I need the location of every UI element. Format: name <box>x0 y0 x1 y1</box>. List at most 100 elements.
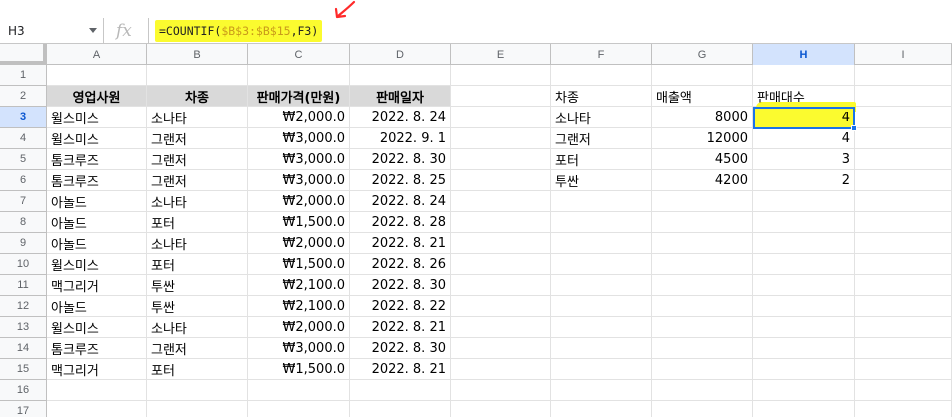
sales-data-cell[interactable]: 2022. 8. 22 <box>350 296 451 317</box>
summary-data-cell[interactable]: 4200 <box>652 170 753 191</box>
cell-f1[interactable] <box>551 65 652 86</box>
sales-data-cell[interactable]: 윌스미스 <box>47 107 147 128</box>
cell-g11[interactable] <box>652 275 753 296</box>
sales-data-cell[interactable]: 아놀드 <box>47 296 147 317</box>
summary-data-cell[interactable]: 투싼 <box>551 170 652 191</box>
cell-e9[interactable] <box>451 233 551 254</box>
cell-g16[interactable] <box>652 380 753 401</box>
cell-f7[interactable] <box>551 191 652 212</box>
cell-c1[interactable] <box>248 65 350 86</box>
sales-header-cell[interactable]: 영업사원 <box>47 86 147 107</box>
cell-h14[interactable] <box>753 338 855 359</box>
cell-e13[interactable] <box>451 317 551 338</box>
cell-i16[interactable] <box>855 380 952 401</box>
cell-g8[interactable] <box>652 212 753 233</box>
summary-data-cell[interactable]: 포터 <box>551 149 652 170</box>
column-header-d[interactable]: D <box>350 44 451 65</box>
sales-data-cell[interactable]: 톰크루즈 <box>47 170 147 191</box>
sales-data-cell[interactable]: 윌스미스 <box>47 317 147 338</box>
row-header-1[interactable]: 1 <box>0 65 47 86</box>
fill-handle[interactable] <box>851 125 857 131</box>
cell-h13[interactable] <box>753 317 855 338</box>
sales-data-cell[interactable]: ₩2,000.0 <box>248 107 350 128</box>
cell-h8[interactable] <box>753 212 855 233</box>
column-header-b[interactable]: B <box>147 44 248 65</box>
row-header-5[interactable]: 5 <box>0 149 47 170</box>
cell-h16[interactable] <box>753 380 855 401</box>
sales-data-cell[interactable]: ₩3,000.0 <box>248 338 350 359</box>
column-header-g[interactable]: G <box>652 44 753 65</box>
cell-f8[interactable] <box>551 212 652 233</box>
summary-data-cell[interactable]: 그랜저 <box>551 128 652 149</box>
cell-h17[interactable] <box>753 401 855 417</box>
cell-f17[interactable] <box>551 401 652 417</box>
row-header-7[interactable]: 7 <box>0 191 47 212</box>
cell-d1[interactable] <box>350 65 451 86</box>
cell-g12[interactable] <box>652 296 753 317</box>
summary-data-cell[interactable]: 4500 <box>652 149 753 170</box>
sales-data-cell[interactable]: ₩2,100.0 <box>248 296 350 317</box>
sales-data-cell[interactable]: 포터 <box>147 359 248 380</box>
sales-data-cell[interactable]: 그랜저 <box>147 149 248 170</box>
sales-header-cell[interactable]: 판매가격(만원) <box>248 86 350 107</box>
name-box[interactable]: H3 <box>0 18 104 44</box>
cell-f15[interactable] <box>551 359 652 380</box>
sales-data-cell[interactable]: 아놀드 <box>47 233 147 254</box>
cell-f13[interactable] <box>551 317 652 338</box>
formula-input[interactable]: =COUNTIF($B$3:$B$15 ,F3) <box>155 20 323 42</box>
sales-data-cell[interactable]: 2022. 8. 21 <box>350 233 451 254</box>
row-header-2[interactable]: 2 <box>0 86 47 107</box>
cell-i3[interactable] <box>855 107 952 128</box>
cell-b17[interactable] <box>147 401 248 417</box>
cell-e17[interactable] <box>451 401 551 417</box>
cell-e1[interactable] <box>451 65 551 86</box>
sales-data-cell[interactable]: ₩1,500.0 <box>248 212 350 233</box>
sales-data-cell[interactable]: 소나타 <box>147 233 248 254</box>
cell-c16[interactable] <box>248 380 350 401</box>
cell-h9[interactable] <box>753 233 855 254</box>
sales-data-cell[interactable]: 포터 <box>147 212 248 233</box>
cell-i4[interactable] <box>855 128 952 149</box>
sales-data-cell[interactable]: 2022. 9. 1 <box>350 128 451 149</box>
row-header-8[interactable]: 8 <box>0 212 47 233</box>
cell-i2[interactable] <box>855 86 952 107</box>
cell-i1[interactable] <box>855 65 952 86</box>
column-header-a[interactable]: A <box>47 44 147 65</box>
sales-data-cell[interactable]: 2022. 8. 21 <box>350 317 451 338</box>
sales-data-cell[interactable]: 2022. 8. 28 <box>350 212 451 233</box>
cell-g14[interactable] <box>652 338 753 359</box>
sales-data-cell[interactable]: ₩2,000.0 <box>248 317 350 338</box>
cell-g1[interactable] <box>652 65 753 86</box>
sales-data-cell[interactable]: 맥그리거 <box>47 359 147 380</box>
cell-i12[interactable] <box>855 296 952 317</box>
row-header-4[interactable]: 4 <box>0 128 47 149</box>
sales-data-cell[interactable]: 2022. 8. 30 <box>350 275 451 296</box>
sales-header-cell[interactable]: 차종 <box>147 86 248 107</box>
sales-data-cell[interactable]: ₩3,000.0 <box>248 170 350 191</box>
column-header-f[interactable]: F <box>551 44 652 65</box>
name-box-dropdown-icon[interactable] <box>89 28 97 33</box>
cell-a17[interactable] <box>47 401 147 417</box>
sales-data-cell[interactable]: 투싼 <box>147 296 248 317</box>
cell-i6[interactable] <box>855 170 952 191</box>
sales-data-cell[interactable]: ₩3,000.0 <box>248 149 350 170</box>
cell-g13[interactable] <box>652 317 753 338</box>
cell-g17[interactable] <box>652 401 753 417</box>
column-header-c[interactable]: C <box>248 44 350 65</box>
sales-data-cell[interactable]: 2022. 8. 24 <box>350 107 451 128</box>
sales-data-cell[interactable]: 2022. 8. 21 <box>350 359 451 380</box>
sales-data-cell[interactable]: 그랜저 <box>147 170 248 191</box>
cell-g9[interactable] <box>652 233 753 254</box>
column-header-i[interactable]: I <box>855 44 952 65</box>
sales-data-cell[interactable]: 맥그리거 <box>47 275 147 296</box>
cell-a16[interactable] <box>47 380 147 401</box>
row-header-13[interactable]: 13 <box>0 317 47 338</box>
cell-g15[interactable] <box>652 359 753 380</box>
cell-i13[interactable] <box>855 317 952 338</box>
cell-g10[interactable] <box>652 254 753 275</box>
cell-h7[interactable] <box>753 191 855 212</box>
cell-e7[interactable] <box>451 191 551 212</box>
cell-h11[interactable] <box>753 275 855 296</box>
cell-f16[interactable] <box>551 380 652 401</box>
cell-i7[interactable] <box>855 191 952 212</box>
